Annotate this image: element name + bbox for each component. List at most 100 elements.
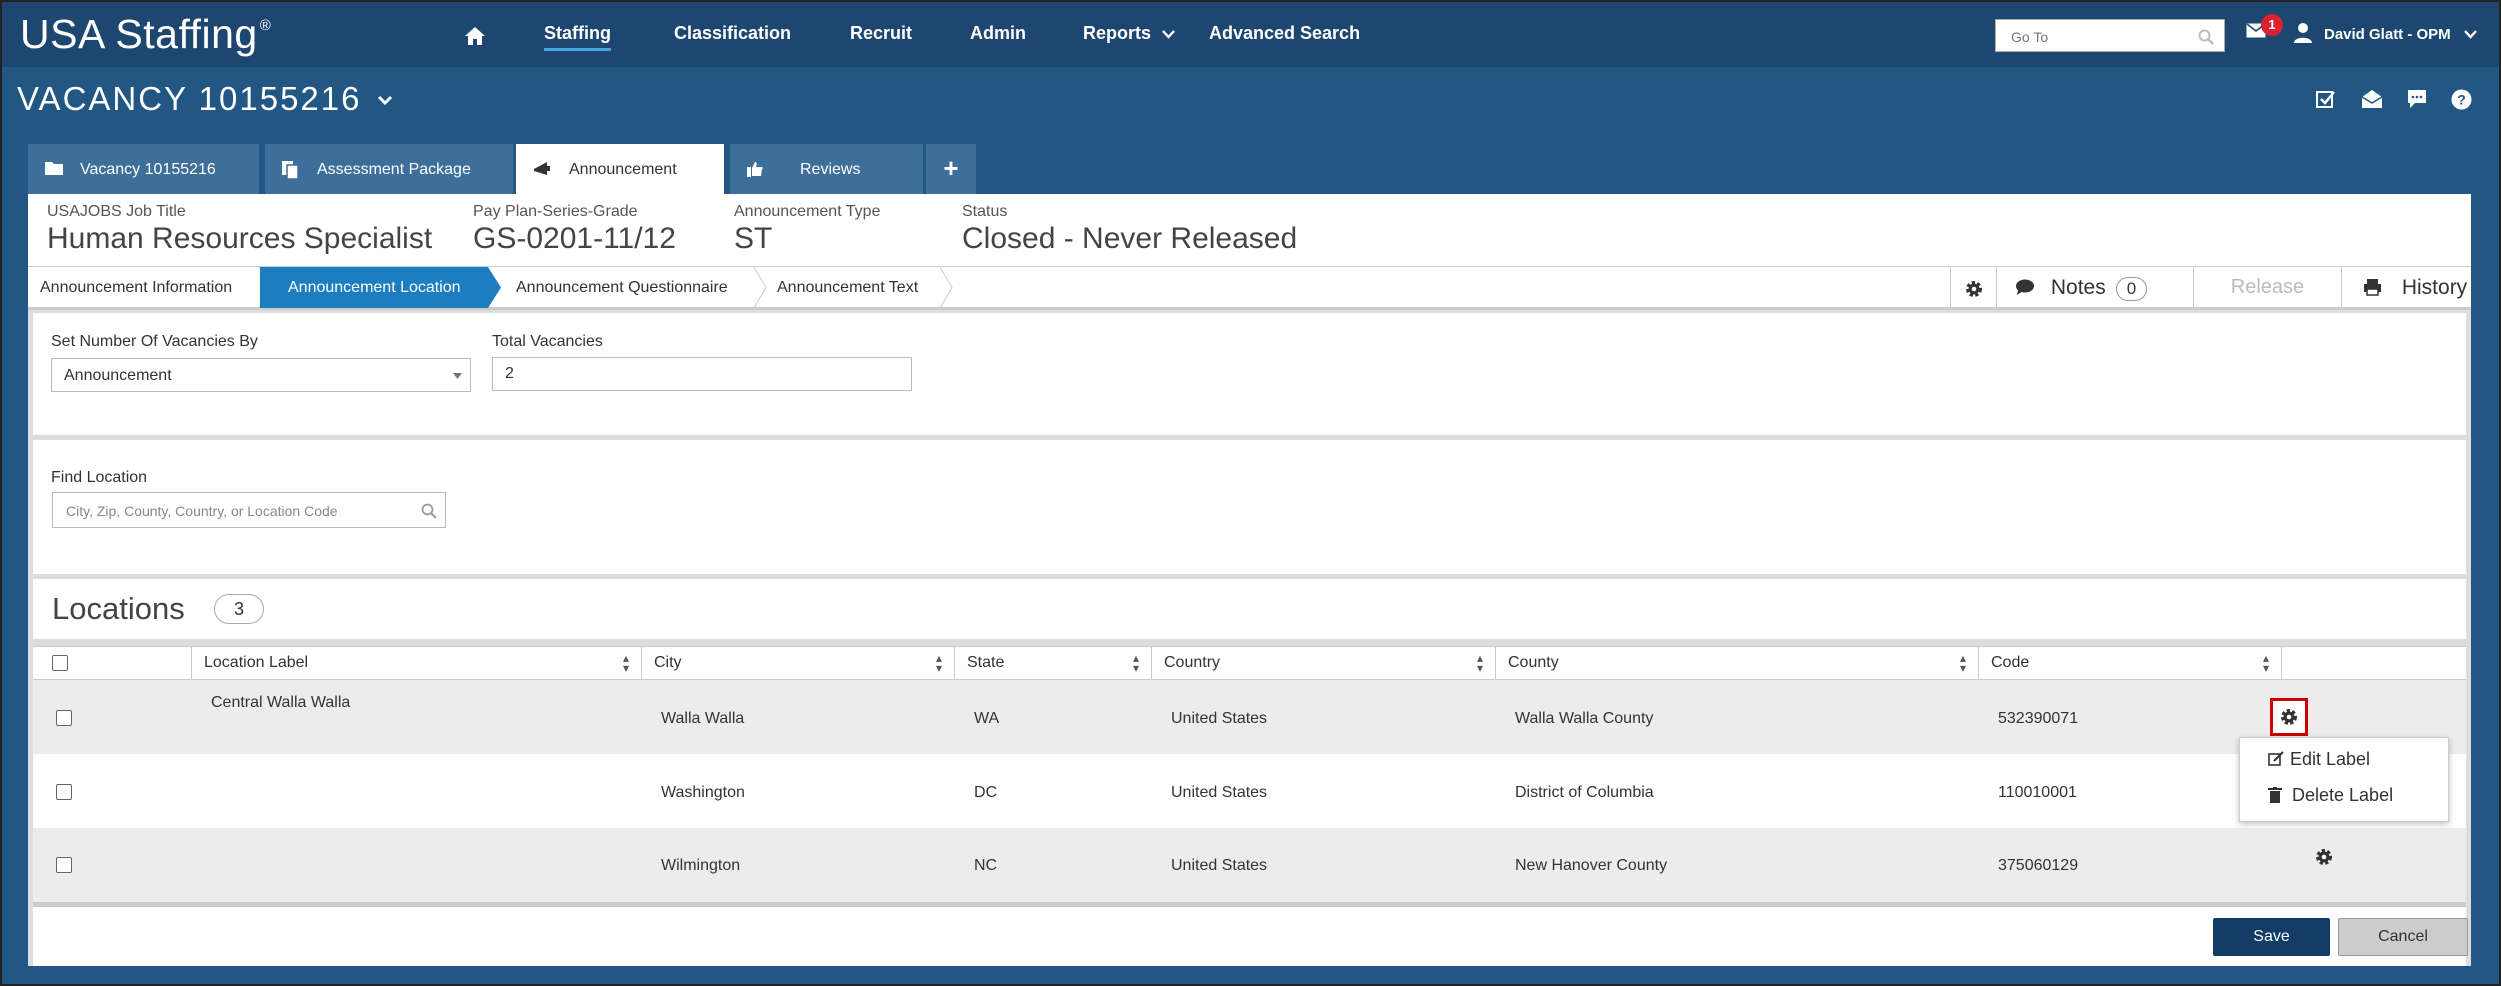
cell-city: Washington [661,784,745,801]
cell-city: Wilmington [661,857,741,874]
search-icon[interactable] [2198,29,2214,45]
nav-advanced-search[interactable]: Advanced Search [1209,23,1360,44]
table-row: Central Walla Walla Walla Walla WA Unite… [33,680,2466,754]
folder-icon [44,160,64,176]
sort-icon: ▴ ▾ [1476,651,1483,675]
find-location-label: Find Location [51,469,148,486]
row-checkbox[interactable] [56,710,72,726]
delete-label-menu-item[interactable]: Delete Label [2268,785,2393,806]
form-footer: Save Cancel [33,906,2468,966]
chevron-down-icon[interactable] [2464,30,2477,39]
svg-text:?: ? [2457,92,2466,108]
nav-reports[interactable]: Reports [1083,23,1175,44]
status-label: Status [962,203,1008,220]
checklist-icon[interactable] [2316,89,2336,109]
find-location-input[interactable]: City, Zip, County, Country, or Location … [52,492,446,528]
gear-icon [1966,281,1982,297]
nav-staffing[interactable]: Staffing [544,23,611,51]
cell-country: United States [1171,857,1268,874]
history-button[interactable]: History [2341,267,2471,308]
set-by-select[interactable]: Announcement [51,358,471,392]
logo[interactable]: USA Staffing ® [20,11,271,58]
table-row: Wilmington NC United States New Hanover … [33,828,2466,902]
search-icon[interactable] [421,503,437,519]
cell-state: DC [974,784,998,801]
edit-label-menu-item[interactable]: Edit Label [2268,749,2370,770]
tab-announcement[interactable]: Announcement [516,144,724,196]
nav-classification[interactable]: Classification [674,23,791,44]
col-actions [2281,647,2466,680]
find-location-panel: Find Location City, Zip, County, Country… [33,440,2466,574]
home-icon[interactable] [464,26,486,46]
set-by-label: Set Number Of Vacancies By [51,333,258,350]
chevron-down-icon[interactable] [377,95,393,106]
step-announcement-information[interactable]: Announcement Information [40,267,232,308]
tab-vacancy[interactable]: Vacancy 10155216 [28,144,259,194]
cell-country: United States [1171,710,1268,727]
step-announcement-text[interactable]: Announcement Text [777,267,918,308]
locations-table-header: Location Label ▴ ▾ City ▴ ▾ State ▴ ▾ Country ▴… [33,646,2466,680]
col-county[interactable]: County ▴ ▾ [1495,647,1978,680]
save-button[interactable]: Save [2213,918,2330,956]
notification-badge: 1 [2261,14,2283,36]
col-country[interactable]: Country ▴ ▾ [1151,647,1495,680]
user-icon[interactable] [2293,22,2313,44]
cell-state: WA [974,710,1000,727]
col-location-label[interactable]: Location Label ▴ ▾ [191,647,641,680]
row-gear-icon[interactable] [2314,847,2334,867]
locations-count: 3 [214,594,264,624]
cell-county: New Hanover County [1515,857,1668,874]
row-checkbox[interactable] [56,857,72,873]
cancel-button[interactable]: Cancel [2338,918,2468,956]
notes-button[interactable]: Notes 0 [1996,267,2193,308]
sort-icon: ▴ ▾ [622,651,629,675]
nav-recruit[interactable]: Recruit [850,23,912,44]
edit-icon [2268,751,2284,767]
comment-icon [2016,279,2034,295]
grade-label: Pay Plan-Series-Grade [473,203,638,220]
job-title: Human Resources Specialist [47,222,433,255]
add-tab-button[interactable]: + [926,144,976,194]
type-label: Announcement Type [734,203,881,220]
step-announcement-questionnaire[interactable]: Announcement Questionnaire [516,267,728,308]
step-nav: Announcement Information Announcement Lo… [28,266,2471,310]
col-city[interactable]: City ▴ ▾ [641,647,954,680]
settings-button[interactable] [1950,267,1996,308]
comment-icon[interactable] [2406,89,2428,109]
col-code[interactable]: Code ▴ ▾ [1978,647,2281,680]
select-all-checkbox[interactable] [52,655,68,671]
megaphone-icon [532,160,552,176]
sort-icon: ▴ ▾ [1959,651,1966,675]
cell-country: United States [1171,784,1268,801]
tab-assessment-package[interactable]: Assessment Package [265,144,513,194]
row-gear-icon[interactable] [2270,698,2308,736]
step-announcement-location[interactable]: Announcement Location [260,267,488,308]
release-button[interactable]: Release [2193,267,2341,308]
documents-icon [281,160,299,180]
announcement-type: ST [734,222,773,255]
announcement-summary: USAJOBS Job Title Human Resources Specia… [28,194,2471,266]
locations-header: Locations 3 [33,579,2466,639]
goto-input[interactable]: Go To [1995,19,2225,52]
tab-reviews[interactable]: Reviews [730,144,923,194]
print-icon [2364,279,2381,296]
thumbs-up-icon [746,160,764,178]
total-vacancies-input[interactable]: 2 [492,357,912,391]
sort-icon: ▴ ▾ [935,651,942,675]
notes-count: 0 [2115,277,2148,301]
locations-title: Locations [52,591,185,626]
col-state[interactable]: State ▴ ▾ [954,647,1151,680]
cell-county: District of Columbia [1515,784,1654,801]
row-checkbox[interactable] [56,784,72,800]
nav-admin[interactable]: Admin [970,23,1026,44]
trash-icon [2268,787,2282,803]
vacancies-panel: Set Number Of Vacancies By Announcement … [33,313,2466,435]
cell-county: Walla Walla County [1515,710,1654,727]
cell-code: 532390071 [1998,710,2079,727]
row-context-menu: Edit Label Delete Label [2239,737,2449,822]
user-menu[interactable]: David Glatt - OPM [2324,26,2451,43]
grade: GS-0201-11/12 [473,222,676,255]
top-nav: USA Staffing ® Staffing Classification Re… [2,2,2499,67]
envelope-open-icon[interactable] [2361,89,2383,109]
help-icon[interactable]: ? [2451,89,2472,110]
